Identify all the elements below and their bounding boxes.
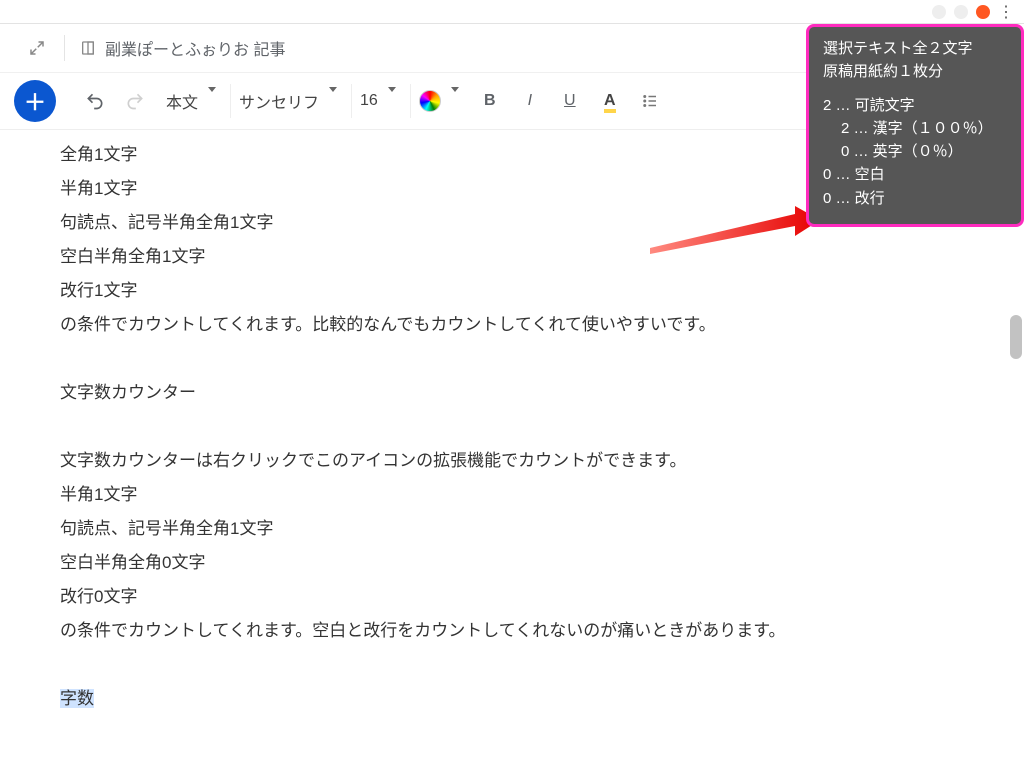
content-line[interactable] bbox=[60, 342, 1024, 376]
menu-dots-icon[interactable]: ⋮ bbox=[998, 2, 1014, 22]
font-family-label: サンセリフ bbox=[239, 89, 319, 113]
selected-text[interactable]: 字数 bbox=[60, 689, 94, 708]
chevron-down-icon bbox=[447, 92, 459, 110]
tooltip-readable: 2 … 可読文字 bbox=[823, 94, 1007, 117]
tooltip-eiji: 0 … 英字（０％） bbox=[823, 140, 1007, 163]
italic-button[interactable]: I bbox=[513, 84, 547, 118]
chevron-down-icon bbox=[325, 92, 337, 110]
add-button[interactable]: ＋ bbox=[14, 80, 56, 122]
page-icon bbox=[79, 39, 97, 57]
bullet-list-button[interactable] bbox=[633, 84, 667, 118]
content-line[interactable]: 改行1文字 bbox=[60, 274, 1024, 308]
content-line[interactable] bbox=[60, 410, 1024, 444]
underline-button[interactable]: U bbox=[553, 84, 587, 118]
content-line[interactable]: 句読点、記号半角全角1文字 bbox=[60, 512, 1024, 546]
ext-icon[interactable] bbox=[954, 5, 968, 19]
content-line[interactable]: 文字数カウンター bbox=[60, 376, 1024, 410]
separator bbox=[64, 35, 65, 61]
redo-button[interactable] bbox=[118, 84, 152, 118]
tooltip-total: 選択テキスト全２文字 bbox=[823, 37, 1007, 60]
ext-icon[interactable] bbox=[932, 5, 946, 19]
content-line[interactable] bbox=[60, 648, 1024, 682]
char-count-tooltip: 選択テキスト全２文字 原稿用紙約１枚分 2 … 可読文字 2 … 漢字（１００％… bbox=[806, 24, 1024, 227]
doc-title: 副業ぽーとふぉりお 記事 bbox=[105, 36, 285, 60]
tooltip-pages: 原稿用紙約１枚分 bbox=[823, 60, 1007, 83]
content-line[interactable]: 空白半角全角0文字 bbox=[60, 546, 1024, 580]
content-line[interactable]: 文字数カウンターは右クリックでこのアイコンの拡張機能でカウントができます。 bbox=[60, 444, 1024, 478]
content-line[interactable]: 字数 bbox=[60, 682, 1024, 716]
tooltip-space: 0 … 空白 bbox=[823, 163, 1007, 186]
content-line[interactable]: 半角1文字 bbox=[60, 478, 1024, 512]
font-size-select[interactable]: 16 bbox=[351, 84, 404, 118]
avatar-icon[interactable] bbox=[976, 5, 990, 19]
chevron-down-icon bbox=[204, 92, 216, 110]
scrollbar-thumb[interactable] bbox=[1010, 315, 1022, 359]
font-size-label: 16 bbox=[360, 92, 378, 110]
paragraph-style-select[interactable]: 本文 bbox=[158, 84, 224, 118]
tooltip-kanji: 2 … 漢字（１００％） bbox=[823, 117, 1007, 140]
content-line[interactable]: の条件でカウントしてくれます。空白と改行をカウントしてくれないのが痛いときがあり… bbox=[60, 614, 1024, 648]
text-color-select[interactable] bbox=[410, 84, 467, 118]
content-line[interactable]: 空白半角全角1文字 bbox=[60, 240, 1024, 274]
tooltip-newline: 0 … 改行 bbox=[823, 187, 1007, 210]
chevron-down-icon bbox=[384, 92, 396, 110]
bold-button[interactable]: B bbox=[473, 84, 507, 118]
browser-chrome-strip: ⋮ bbox=[0, 0, 1024, 24]
color-wheel-icon bbox=[419, 90, 441, 112]
paragraph-style-label: 本文 bbox=[166, 89, 198, 113]
breadcrumb[interactable]: 副業ぽーとふぉりお 記事 bbox=[79, 36, 285, 60]
annotation-arrow-icon bbox=[650, 206, 820, 256]
highlight-button[interactable]: A bbox=[593, 84, 627, 118]
font-family-select[interactable]: サンセリフ bbox=[230, 84, 345, 118]
fullscreen-button[interactable] bbox=[24, 35, 50, 61]
undo-button[interactable] bbox=[78, 84, 112, 118]
content-line[interactable]: の条件でカウントしてくれます。比較的なんでもカウントしてくれて使いやすいです。 bbox=[60, 308, 1024, 342]
content-line[interactable]: 改行0文字 bbox=[60, 580, 1024, 614]
